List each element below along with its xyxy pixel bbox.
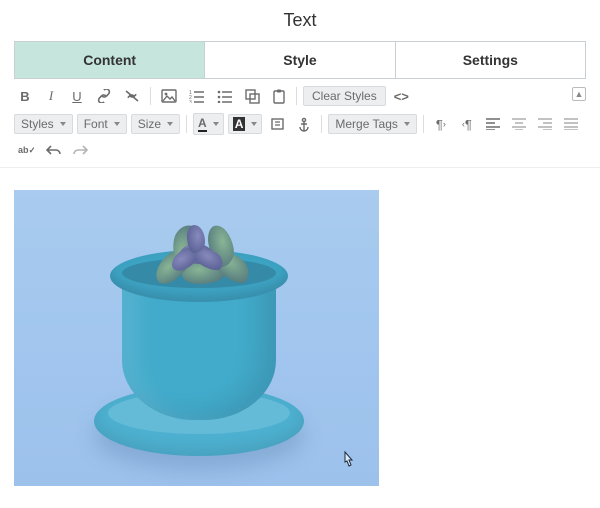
link-button[interactable]: [92, 85, 116, 107]
pointer-cursor-icon: [339, 450, 357, 472]
separator: [186, 115, 187, 133]
unlink-button[interactable]: [120, 85, 144, 107]
separator: [321, 115, 322, 133]
paste-button[interactable]: [268, 85, 290, 107]
tab-style[interactable]: Style: [205, 41, 395, 79]
inserted-image[interactable]: [14, 190, 379, 486]
bold-button[interactable]: B: [14, 85, 36, 107]
tabs: Content Style Settings: [0, 41, 600, 79]
merge-tags-dropdown[interactable]: Merge Tags: [328, 114, 416, 134]
editor-canvas[interactable]: [0, 168, 600, 508]
svg-text:3: 3: [189, 100, 192, 103]
tab-content[interactable]: Content: [14, 41, 205, 79]
undo-button[interactable]: [42, 139, 65, 161]
underline-button[interactable]: U: [66, 85, 88, 107]
unordered-list-button[interactable]: [213, 85, 237, 107]
chevron-down-icon: [251, 122, 257, 126]
image-button[interactable]: [157, 85, 181, 107]
code-view-button[interactable]: <>: [390, 85, 413, 107]
collapse-toolbar-button[interactable]: ▲: [572, 87, 586, 101]
chevron-down-icon: [404, 122, 410, 126]
anchor-button[interactable]: [293, 113, 315, 135]
align-right-button[interactable]: [534, 113, 556, 135]
plant-pot-rim-illustration: [110, 250, 288, 302]
page-title: Text: [0, 0, 600, 41]
chevron-down-icon: [60, 122, 66, 126]
text-color-dropdown[interactable]: A: [193, 113, 224, 135]
separator: [296, 87, 297, 105]
copy-button[interactable]: [241, 85, 264, 107]
clear-styles-button[interactable]: Clear Styles: [303, 86, 386, 106]
rtl-button[interactable]: ‹¶: [456, 113, 478, 135]
ltr-button[interactable]: ¶›: [430, 113, 452, 135]
styles-dropdown[interactable]: Styles: [14, 114, 73, 134]
align-image-button[interactable]: [266, 113, 289, 135]
ordered-list-button[interactable]: 123: [185, 85, 209, 107]
svg-text:ab✓: ab✓: [18, 145, 34, 155]
align-center-button[interactable]: [508, 113, 530, 135]
align-left-button[interactable]: [482, 113, 504, 135]
separator: [423, 115, 424, 133]
spellcheck-button[interactable]: ab✓: [14, 139, 38, 161]
align-justify-button[interactable]: [560, 113, 582, 135]
toolbar-row-2: Styles Font Size A A Merge Tags ¶› ‹¶ ab…: [0, 111, 600, 168]
font-dropdown[interactable]: Font: [77, 114, 127, 134]
chevron-down-icon: [114, 122, 120, 126]
italic-button[interactable]: I: [40, 85, 62, 107]
toolbar-row-1: B I U 123 Clear Styles <> ▲: [0, 79, 600, 111]
chevron-down-icon: [167, 122, 173, 126]
separator: [150, 87, 151, 105]
chevron-down-icon: [213, 122, 219, 126]
bg-color-dropdown[interactable]: A: [228, 114, 263, 134]
tab-settings[interactable]: Settings: [396, 41, 586, 79]
size-dropdown[interactable]: Size: [131, 114, 180, 134]
redo-button[interactable]: [69, 139, 92, 161]
